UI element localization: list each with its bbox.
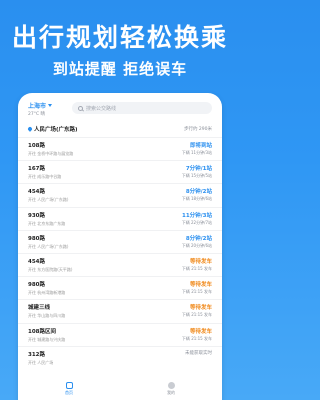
- route-name: 454路: [28, 189, 45, 196]
- city-name: 上海市: [28, 103, 47, 110]
- next-bus-info: 下辆 21:15 发车: [181, 289, 212, 295]
- route-name: 980路: [28, 235, 45, 242]
- route-row[interactable]: 980路 开往 人民广场(广东路) 8分钟/2站 下辆 20分钟/6站: [18, 229, 222, 253]
- next-bus-info: 下辆 11分钟/3站: [181, 150, 212, 155]
- weather-text: 27°C 晴: [28, 112, 46, 117]
- search-input[interactable]: 搜索公交路线: [72, 102, 212, 114]
- arrival-status: 7分钟/1站: [185, 166, 212, 173]
- arrival-status: 8分钟/2站: [185, 235, 212, 242]
- next-bus-info: 下辆 21:15 发车: [181, 335, 212, 341]
- hero-title: 出行规划轻松换乘: [11, 23, 228, 52]
- next-bus-info: 下辆 20分钟/6站: [181, 242, 212, 248]
- user-icon: [167, 382, 175, 389]
- route-row[interactable]: 城建三线 开往 华山路与四川路 等待发车 下辆 21:15 发车: [18, 299, 222, 322]
- route-row[interactable]: 454路 开往 东方医院路(天平路) 等待发车 下辆 21:15 发车: [18, 252, 222, 276]
- arrival-status: 即将到站: [189, 143, 212, 149]
- chevron-down-icon: [48, 104, 53, 107]
- route-row[interactable]: 312路 开往 人民广场 未能获取实时: [18, 345, 222, 369]
- route-name: 167路: [28, 166, 45, 173]
- arrival-status: 11分钟/3站: [182, 212, 212, 219]
- top-bar: 上海市 27°C 晴 搜索公交路线: [18, 93, 222, 119]
- route-name: 980路: [28, 282, 45, 289]
- route-row[interactable]: 108路区间 开往 城建路与兴庆路 等待发车 下辆 21:15 发车: [18, 322, 222, 346]
- next-bus-info: 下辆 21:15 发车: [181, 265, 212, 271]
- route-row[interactable]: 980路 开往 杭州湾路新港路 等待发车 下辆 21:15 发车: [18, 276, 222, 299]
- route-name: 108路: [28, 143, 45, 149]
- route-destination: 开往 人民广场: [28, 359, 54, 365]
- city-selector[interactable]: 上海市 27°C 晴: [28, 101, 53, 117]
- route-list: 108路 开往 金桥中环路与展览路 即将到站 下辆 11分钟/3站 167路 开往 成乐路…: [18, 137, 222, 369]
- next-bus-info: 下辆 21:15 发车: [181, 312, 212, 318]
- next-bus-info: 下辆 15分钟/5站: [181, 173, 212, 179]
- arrival-status: 等待发车: [189, 305, 212, 312]
- search-icon: [78, 105, 83, 111]
- tab-home-label: 首页: [65, 390, 73, 395]
- tab-me-label: 我的: [167, 390, 175, 395]
- arrival-status: 等待发车: [189, 258, 212, 265]
- station-distance: 步行约 290米: [183, 127, 212, 132]
- next-bus-info: 下辆 22分钟/7站: [181, 219, 212, 225]
- route-row[interactable]: 930路 开往 北京东路广东路 11分钟/3站 下辆 22分钟/7站: [18, 206, 222, 230]
- next-bus-info: 下辆 18分钟/6站: [181, 196, 212, 202]
- location-pin-icon: [27, 126, 33, 132]
- tab-home[interactable]: 首页: [65, 382, 73, 396]
- arrival-status: 未能获取实时: [185, 350, 212, 356]
- hero-subtitle: 到站提醒 拒绝误车: [52, 60, 188, 78]
- arrival-status: 8分钟/2站: [185, 189, 212, 196]
- arrival-status: 等待发车: [189, 282, 212, 289]
- route-row[interactable]: 108路 开往 金桥中环路与展览路 即将到站 下辆 11分钟/3站: [18, 137, 222, 160]
- bus-icon: [65, 382, 73, 389]
- tab-me[interactable]: 我的: [167, 382, 175, 396]
- station-name: 人民广场(广东路): [34, 127, 78, 133]
- route-row[interactable]: 454路 开往 人民广场(广东路) 8分钟/2站 下辆 18分钟/6站: [18, 183, 222, 206]
- phone-screen: 上海市 27°C 晴 搜索公交路线 人民广场(广东路) 步行约 290米 108…: [18, 93, 222, 400]
- route-name: 108路区间: [28, 328, 56, 335]
- arrival-status: 等待发车: [189, 328, 212, 335]
- tab-bar: 首页 我的: [18, 378, 222, 400]
- route-name: 城建三线: [28, 305, 51, 312]
- station-header[interactable]: 人民广场(广东路) 步行约 290米: [27, 123, 212, 135]
- route-row[interactable]: 167路 开往 成乐路中谷路 7分钟/1站 下辆 15分钟/5站: [18, 160, 222, 183]
- route-name: 454路: [28, 258, 45, 265]
- search-placeholder: 搜索公交路线: [86, 105, 117, 112]
